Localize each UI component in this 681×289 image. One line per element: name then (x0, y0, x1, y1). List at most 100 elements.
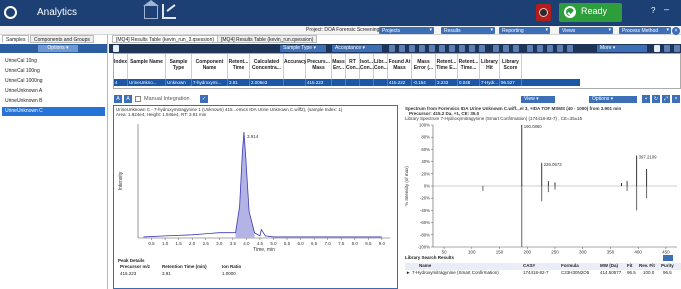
column-header[interactable]: Retent... Time E... (436, 54, 458, 79)
sample-item[interactable]: UrineCal 1000ng (2, 77, 105, 86)
sample-item[interactable]: UrineCal 10ng (2, 57, 105, 66)
column-icon[interactable] (419, 45, 425, 52)
status-text: Ready (581, 6, 608, 16)
xic-chart[interactable]: 0.5 1.0 1.5 2.0 2.5 3.0 3.5 4.0 4.5 5.0 5.5 6.0 6.5 7… (114, 118, 397, 258)
column-header[interactable]: Accuracy (284, 54, 307, 79)
expand-row-icon[interactable]: ► (406, 270, 410, 275)
peak-value-mz: 415.223 (120, 271, 137, 276)
tab-samples[interactable]: Samples (2, 35, 30, 43)
view-menu[interactable]: View (521, 96, 555, 103)
column-header[interactable]: Library Score (500, 54, 522, 79)
flag-icon[interactable] (399, 45, 405, 52)
sample-type-filter[interactable]: Sample Type (280, 45, 326, 52)
projects-menu[interactable]: Projects (379, 27, 434, 34)
table-cell: 96.527 (500, 79, 522, 86)
sigma-icon[interactable] (557, 45, 563, 52)
integrate-icon[interactable]: ✓ (200, 95, 208, 103)
minimize-icon[interactable]: – (664, 4, 669, 14)
instrument-status-icon[interactable] (536, 4, 551, 21)
column-header[interactable]: Sample Name (128, 54, 166, 79)
tab-results-run[interactable]: [MQ4] Results Table (kevin_run.qsession) (217, 35, 318, 43)
pin-icon[interactable]: ▪ (642, 95, 650, 103)
popout-icon[interactable] (664, 45, 670, 52)
library-expand-icon[interactable] (663, 255, 673, 261)
more-menu[interactable]: More (597, 45, 647, 52)
mirror-spectrum-chart[interactable]: 100% 80% 60% 40% 20% 0% -20% -40% -60% -80% -100% 5… (399, 121, 681, 255)
sample-item-selected[interactable]: UrineUnknown C (2, 107, 105, 116)
column-header[interactable]: Precurs... Mass (306, 54, 332, 79)
library-row[interactable]: ► 7-Hydroxymitragynine (Smart Confirmati… (405, 270, 681, 277)
sort-icon[interactable] (429, 45, 435, 52)
home-icon[interactable] (143, 0, 159, 19)
column-header[interactable]: Library Hit (480, 54, 500, 79)
expand-icon[interactable] (654, 45, 660, 52)
lib-header-cas: CAS# (523, 263, 536, 268)
copy-icon[interactable] (547, 45, 553, 52)
x-tick-label: 9.0 (379, 241, 386, 246)
print-icon[interactable] (527, 45, 533, 52)
metric-icon[interactable] (493, 45, 499, 52)
x-tick-label: 150 (496, 250, 504, 255)
settings-icon[interactable] (567, 45, 573, 52)
table-cell (360, 79, 374, 86)
zoom-out-icon[interactable]: A (124, 95, 132, 103)
y-tick-label: 60% (421, 147, 430, 152)
y-tick-label: 100% (419, 123, 430, 128)
grid-icon[interactable] (503, 45, 509, 52)
samples-options-button[interactable]: Options (38, 45, 78, 52)
table-icon[interactable] (513, 45, 519, 52)
compare-icon[interactable] (449, 45, 455, 52)
x-tick-label: 50 (442, 250, 448, 255)
help-icon[interactable]: ? (651, 6, 655, 15)
column-header[interactable]: Found At Mass (388, 54, 412, 79)
table-cell: 7-hydroxymi... (192, 79, 228, 86)
library-search-label[interactable]: Library Search Results (405, 255, 681, 260)
column-header[interactable]: Mass Error (... (412, 54, 436, 79)
popout-chart-icon[interactable]: ⤢ (662, 95, 670, 103)
clipboard-icon[interactable] (113, 45, 119, 52)
column-header[interactable]: Retent... Time (228, 54, 250, 79)
filter-icon[interactable] (389, 45, 395, 52)
results-menu[interactable]: Results (441, 27, 495, 34)
sample-item[interactable]: UrineUnknown B (2, 97, 105, 106)
column-header[interactable]: Libr... Con... (374, 54, 388, 79)
refresh-icon[interactable]: ↻ (652, 95, 660, 103)
chart-icon[interactable] (162, 4, 176, 19)
column-header[interactable]: Isot... Con... (360, 54, 374, 79)
table-row-selected[interactable]: 4 UrineUnkno... Unknown 7-hydroxymi... 3.91 2… (114, 79, 580, 86)
column-header[interactable]: RT Con... (346, 54, 360, 79)
peak-details-label[interactable]: Peak Details (118, 258, 393, 263)
sample-item[interactable]: UrineUnknown A (2, 87, 105, 96)
sample-item[interactable]: UrineCal 100ng (2, 67, 105, 76)
views-menu[interactable]: Views (559, 27, 613, 34)
column-header[interactable]: Sample Type (166, 54, 192, 79)
export-icon[interactable] (537, 45, 543, 52)
close-icon[interactable]: × (672, 27, 680, 35)
process-method-menu[interactable]: Process Method (619, 27, 671, 34)
lock-icon[interactable] (469, 45, 475, 52)
close-chart-icon[interactable]: × (672, 95, 680, 103)
app-title: Analytics (37, 7, 78, 18)
table-cell: 4 (114, 79, 128, 86)
close-results-icon[interactable] (674, 45, 680, 52)
column-header[interactable]: Component Name (192, 54, 228, 79)
options-menu[interactable]: Options (589, 96, 637, 103)
peak-header-rt: Retention Time (min) (162, 264, 207, 269)
column-header[interactable]: Retent... Time... (458, 54, 480, 79)
reporting-menu[interactable]: Reporting (499, 27, 550, 34)
manual-integration-checkbox[interactable] (135, 96, 141, 102)
column-header[interactable]: Mass Err... (332, 54, 346, 79)
ion-icon[interactable] (439, 45, 445, 52)
column-header[interactable]: Calculated Concentra... (250, 54, 284, 79)
tab-components-groups[interactable]: Components and Groups (30, 35, 94, 43)
tab-results-run3[interactable]: [MQ4] Results Table (kevin_run_3.qsessio… (112, 35, 219, 43)
acceptance-filter[interactable]: Acceptance (332, 45, 382, 52)
column-header[interactable]: Index (114, 54, 128, 79)
cl-icon[interactable] (459, 45, 465, 52)
zoom-in-icon[interactable]: A (114, 95, 122, 103)
formula-icon[interactable] (479, 45, 485, 52)
x-tick-label: 2.0 (189, 241, 196, 246)
x-axis-label: Time, min (253, 247, 275, 253)
chart-toggle-icon[interactable] (409, 45, 415, 52)
x-tick-label: 6.0 (297, 241, 304, 246)
